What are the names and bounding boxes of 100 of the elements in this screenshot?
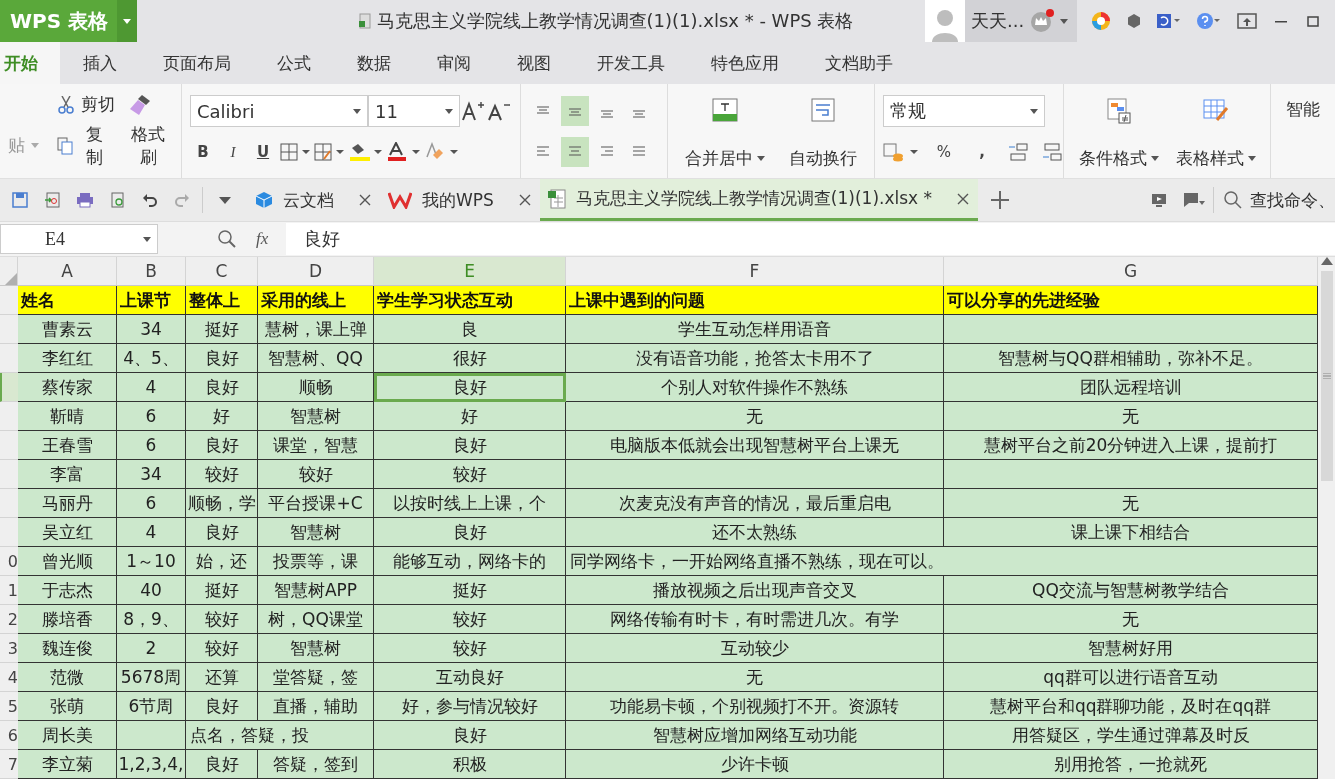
table-cell[interactable]: 较好 — [186, 460, 258, 489]
table-cell[interactable]: 树，QQ课堂 — [258, 605, 374, 634]
row-header[interactable]: 0 — [0, 547, 18, 576]
table-cell[interactable]: 少许卡顿 — [566, 750, 944, 779]
table-cell[interactable]: 智慧树好用 — [944, 634, 1318, 663]
caret-icon[interactable] — [143, 236, 151, 242]
table-cell[interactable]: 好 — [186, 402, 258, 431]
table-cell[interactable]: 功能易卡顿，个别视频打不开。资源转 — [566, 692, 944, 721]
table-cell[interactable]: 直播，辅助 — [258, 692, 374, 721]
document-tab[interactable]: 我的WPS — [380, 179, 540, 221]
table-cell[interactable]: 课上课下相结合 — [944, 518, 1318, 547]
row-header[interactable]: 3 — [0, 634, 18, 663]
menu-tab[interactable]: 插入 — [60, 42, 140, 84]
conditional-format-button[interactable]: 条件格式 — [1072, 92, 1165, 172]
table-cell[interactable]: 良好 — [186, 518, 258, 547]
merge-center-button[interactable]: 合并居中 — [679, 92, 771, 172]
caret-icon[interactable] — [1150, 156, 1159, 161]
zoom-search-icon[interactable] — [218, 230, 236, 248]
table-cell[interactable]: 李红红 — [18, 344, 117, 373]
table-cell[interactable]: 挺好 — [186, 315, 258, 344]
table-cell[interactable]: 良好 — [374, 373, 566, 402]
table-cell[interactable]: 6 — [117, 402, 186, 431]
table-cell[interactable]: 投票等，课 — [258, 547, 374, 576]
table-cell[interactable]: 李富 — [18, 460, 117, 489]
table-cell[interactable]: 良好 — [186, 692, 258, 721]
caret-icon[interactable] — [123, 18, 131, 24]
table-cell[interactable]: 5678周 — [117, 663, 186, 692]
table-cell[interactable]: 很好 — [374, 344, 566, 373]
print-icon[interactable] — [76, 192, 94, 208]
fill-color-icon[interactable] — [348, 142, 382, 162]
table-cell[interactable]: 40 — [117, 576, 186, 605]
caret-icon[interactable] — [353, 108, 361, 114]
help-icon[interactable] — [1197, 13, 1221, 29]
table-cell[interactable]: 4 — [117, 373, 186, 402]
table-cell[interactable]: 同学网络卡，一开始网络直播不熟练，现在可以。 — [566, 547, 1318, 576]
row-header[interactable]: 5 — [0, 692, 18, 721]
cut-button[interactable]: 剪切 — [52, 90, 120, 120]
table-cell[interactable]: 较好 — [258, 460, 374, 489]
decrease-decimal-icon[interactable] — [1041, 142, 1063, 162]
monitor-icon[interactable] — [1151, 192, 1167, 208]
align-left-icon[interactable] — [535, 144, 551, 159]
table-cell[interactable]: 较好 — [374, 634, 566, 663]
menu-tab[interactable]: 视图 — [494, 42, 574, 84]
table-cell[interactable]: 互动较少 — [566, 634, 944, 663]
menu-tab[interactable]: 开发工具 — [574, 42, 688, 84]
table-cell[interactable]: 能够互动，网络卡的 — [374, 547, 566, 576]
format-painter-button[interactable]: 格式刷 — [123, 122, 173, 169]
table-cell[interactable]: 慧树平台之前20分钟进入上课，提前打 — [944, 431, 1318, 460]
column-header[interactable]: C — [186, 257, 258, 286]
table-style-button[interactable]: 表格样式 — [1169, 92, 1262, 172]
font-size-dropdown[interactable]: 11 — [368, 95, 460, 127]
table-cell[interactable]: 6节周 — [117, 692, 186, 721]
table-cell[interactable]: 王春雪 — [18, 431, 117, 460]
table-cell[interactable]: 魏连俊 — [18, 634, 117, 663]
table-cell[interactable]: 还算 — [186, 663, 258, 692]
insert-function-button[interactable]: fx — [256, 229, 269, 249]
menu-tab[interactable]: 数据 — [334, 42, 414, 84]
column-header[interactable]: F — [566, 257, 944, 286]
table-cell[interactable]: 4、5、 — [117, 344, 186, 373]
row-header[interactable]: 2 — [0, 605, 18, 634]
table-cell[interactable]: 播放视频之后出现声音交叉 — [566, 576, 944, 605]
font-family-dropdown[interactable]: Calibri — [190, 95, 368, 127]
table-cell[interactable]: 智慧树 — [258, 402, 374, 431]
table-cell[interactable]: 个别人对软件操作不熟练 — [566, 373, 944, 402]
upload-window-icon[interactable] — [1237, 13, 1257, 29]
italic-button[interactable]: I — [220, 137, 246, 167]
new-tab-plus-icon[interactable] — [990, 190, 1011, 210]
name-box[interactable]: E4 — [0, 224, 158, 254]
table-cell[interactable]: 于志杰 — [18, 576, 117, 605]
save-icon[interactable] — [12, 192, 28, 208]
grow-font-icon[interactable] — [460, 100, 486, 122]
sync-icon[interactable] — [1157, 13, 1181, 29]
table-cell[interactable]: 曹素云 — [18, 315, 117, 344]
table-cell[interactable]: 慧树平台和qq群聊功能，及时在qq群 — [944, 692, 1318, 721]
table-cell[interactable]: 吴立红 — [18, 518, 117, 547]
menu-tab[interactable]: 开始 — [0, 42, 60, 84]
table-cell[interactable]: 良好 — [374, 721, 566, 750]
print-preview-icon[interactable] — [110, 192, 126, 208]
table-cell[interactable]: 智慧树APP — [258, 576, 374, 605]
table-cell[interactable]: 曾光顺 — [18, 547, 117, 576]
table-cell[interactable]: 无 — [944, 402, 1318, 431]
table-cell[interactable]: 别用抢答，一抢就死 — [944, 750, 1318, 779]
table-cell[interactable]: 马丽丹 — [18, 489, 117, 518]
smart-tools-button[interactable]: 智能 — [1280, 92, 1326, 172]
comma-button[interactable]: , — [969, 137, 995, 167]
table-cell[interactable]: 靳晴 — [18, 402, 117, 431]
table-cell[interactable]: 以按时线上上课，个 — [374, 489, 566, 518]
table-cell[interactable]: 较好 — [374, 605, 566, 634]
table-cell[interactable]: 4 — [117, 518, 186, 547]
table-cell[interactable]: 顺畅 — [258, 373, 374, 402]
table-cell[interactable]: 滕培香 — [18, 605, 117, 634]
table-cell[interactable]: 顺畅，学 — [186, 489, 258, 518]
table-cell[interactable]: 范微 — [18, 663, 117, 692]
table-cell[interactable]: 良好 — [186, 373, 258, 402]
caret-icon[interactable] — [445, 108, 453, 114]
restore-icon[interactable] — [1305, 13, 1321, 29]
bold-button[interactable]: B — [190, 137, 216, 167]
document-tab[interactable]: 云文档 — [247, 179, 380, 221]
menu-tab[interactable]: 公式 — [254, 42, 334, 84]
table-cell[interactable]: 次麦克没有声音的情况，最后重启电 — [566, 489, 944, 518]
